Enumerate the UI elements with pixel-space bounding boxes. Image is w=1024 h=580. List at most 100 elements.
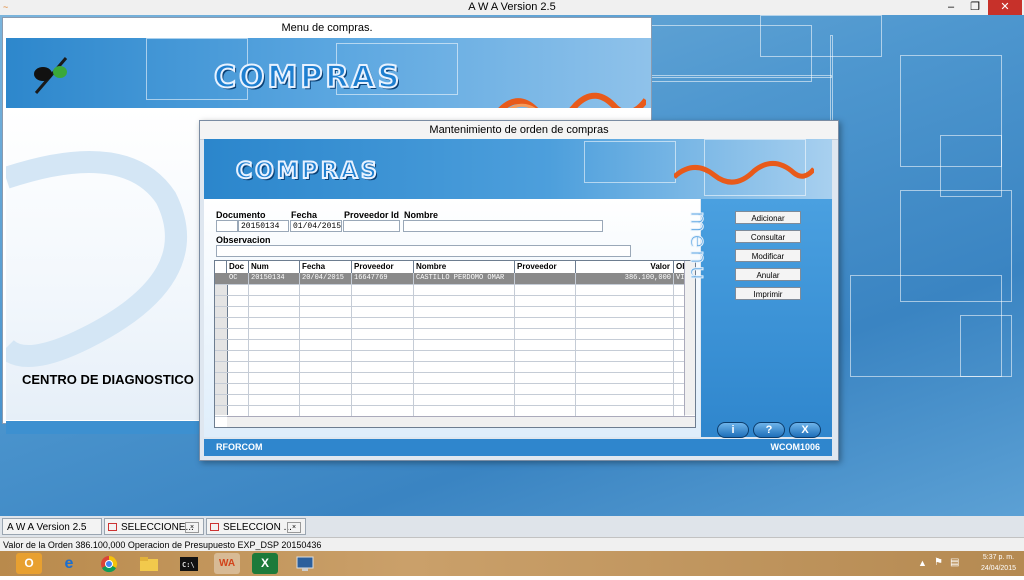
cell-valor[interactable] bbox=[576, 383, 674, 394]
cell-num[interactable] bbox=[249, 394, 300, 405]
network-icon[interactable]: ▤ bbox=[950, 557, 959, 568]
cell-proveedor-req[interactable] bbox=[352, 350, 414, 361]
cell-proveedor-coti[interactable] bbox=[515, 284, 576, 295]
cell-fecha[interactable]: 20/04/2015 bbox=[300, 273, 352, 284]
cell-proveedor-coti[interactable] bbox=[515, 328, 576, 339]
cell-valor[interactable] bbox=[576, 350, 674, 361]
cell-proveedor-req[interactable] bbox=[352, 306, 414, 317]
imprimir-button[interactable]: Imprimir bbox=[735, 287, 801, 300]
cell-doc[interactable] bbox=[227, 328, 249, 339]
documento-field[interactable]: 20150134 bbox=[238, 220, 289, 232]
cell-nombre[interactable] bbox=[414, 394, 515, 405]
tab-close-icon[interactable]: × bbox=[185, 522, 199, 533]
cell-num[interactable] bbox=[249, 339, 300, 350]
cell-num[interactable] bbox=[249, 372, 300, 383]
cell-proveedor-req[interactable] bbox=[352, 394, 414, 405]
restore-icon[interactable]: ❐ bbox=[964, 0, 986, 15]
close-icon[interactable]: ✕ bbox=[988, 0, 1022, 15]
awa-app-icon[interactable]: WA bbox=[214, 553, 240, 574]
cell-num[interactable] bbox=[249, 317, 300, 328]
show-hidden-icons-icon[interactable]: ▲ bbox=[918, 558, 927, 568]
cell-doc[interactable] bbox=[227, 295, 249, 306]
anular-button[interactable]: Anular bbox=[735, 268, 801, 281]
cell-doc[interactable] bbox=[227, 361, 249, 372]
cell-doc[interactable] bbox=[227, 372, 249, 383]
cell-proveedor-req[interactable] bbox=[352, 372, 414, 383]
nombre-field[interactable] bbox=[403, 220, 603, 232]
cell-doc[interactable]: OC bbox=[227, 273, 249, 284]
cell-proveedor-req[interactable]: 16647769 bbox=[352, 273, 414, 284]
cell-fecha[interactable] bbox=[300, 306, 352, 317]
chrome-icon[interactable] bbox=[96, 553, 122, 574]
outlook-icon[interactable]: O bbox=[16, 553, 42, 574]
flag-icon[interactable]: ⚑ bbox=[934, 557, 943, 568]
cell-fecha[interactable] bbox=[300, 284, 352, 295]
cell-nombre[interactable] bbox=[414, 328, 515, 339]
col-header-num[interactable]: Num bbox=[249, 261, 300, 273]
col-header-fecha[interactable]: Fecha bbox=[300, 261, 352, 273]
cell-proveedor-coti[interactable] bbox=[515, 383, 576, 394]
cell-nombre[interactable]: CASTILLO PERDOMO OMAR bbox=[414, 273, 515, 284]
cell-proveedor-req[interactable] bbox=[352, 284, 414, 295]
cell-num[interactable] bbox=[249, 328, 300, 339]
cell-doc[interactable] bbox=[227, 383, 249, 394]
cell-proveedor-coti[interactable] bbox=[515, 273, 576, 284]
cell-proveedor-req[interactable] bbox=[352, 405, 414, 416]
task-tab-awa[interactable]: A W A Version 2.5 bbox=[2, 518, 102, 535]
cell-proveedor-coti[interactable] bbox=[515, 317, 576, 328]
cell-proveedor-req[interactable] bbox=[352, 339, 414, 350]
cell-proveedor-req[interactable] bbox=[352, 383, 414, 394]
cell-num[interactable] bbox=[249, 405, 300, 416]
cell-fecha[interactable] bbox=[300, 405, 352, 416]
cell-fecha[interactable] bbox=[300, 383, 352, 394]
col-header-nombre[interactable]: Nombre bbox=[414, 261, 515, 273]
cell-num[interactable] bbox=[249, 361, 300, 372]
cell-fecha[interactable] bbox=[300, 339, 352, 350]
horizontal-scrollbar[interactable] bbox=[227, 416, 695, 427]
cell-nombre[interactable] bbox=[414, 383, 515, 394]
cell-proveedor-req[interactable] bbox=[352, 361, 414, 372]
cell-nombre[interactable] bbox=[414, 295, 515, 306]
cell-proveedor-coti[interactable] bbox=[515, 361, 576, 372]
adicionar-button[interactable]: Adicionar bbox=[735, 211, 801, 224]
cell-nombre[interactable] bbox=[414, 339, 515, 350]
cell-nombre[interactable] bbox=[414, 361, 515, 372]
internet-explorer-icon[interactable]: e bbox=[56, 553, 82, 574]
orders-grid[interactable]: Doc Num Fecha Proveedor Req. Nombre Prov… bbox=[214, 260, 696, 428]
cell-doc[interactable] bbox=[227, 394, 249, 405]
cell-valor[interactable] bbox=[576, 295, 674, 306]
cell-nombre[interactable] bbox=[414, 372, 515, 383]
help-button[interactable]: ? bbox=[753, 422, 785, 438]
cell-proveedor-coti[interactable] bbox=[515, 394, 576, 405]
cell-proveedor-coti[interactable] bbox=[515, 295, 576, 306]
cell-proveedor-req[interactable] bbox=[352, 295, 414, 306]
cell-num[interactable] bbox=[249, 306, 300, 317]
consultar-button[interactable]: Consultar bbox=[735, 230, 801, 243]
cell-fecha[interactable] bbox=[300, 361, 352, 372]
task-tab-seleccion[interactable]: SELECCION ... × bbox=[206, 518, 306, 535]
cell-num[interactable] bbox=[249, 383, 300, 394]
cell-nombre[interactable] bbox=[414, 284, 515, 295]
tab-close-icon[interactable]: × bbox=[287, 522, 301, 533]
cell-num[interactable] bbox=[249, 295, 300, 306]
cell-doc[interactable] bbox=[227, 317, 249, 328]
col-header-doc[interactable]: Doc bbox=[227, 261, 249, 273]
documento-prefix-field[interactable] bbox=[216, 220, 238, 232]
col-header-proveedor-req[interactable]: Proveedor Req. bbox=[352, 261, 414, 283]
proveedor-id-field[interactable] bbox=[343, 220, 400, 232]
cell-valor[interactable] bbox=[576, 328, 674, 339]
info-button[interactable]: i bbox=[717, 422, 749, 438]
cell-doc[interactable] bbox=[227, 405, 249, 416]
cell-valor[interactable] bbox=[576, 361, 674, 372]
minimize-icon[interactable]: – bbox=[940, 0, 962, 15]
col-header-proveedor-coti[interactable]: Proveedor Coti. bbox=[515, 261, 576, 283]
cell-proveedor-req[interactable] bbox=[352, 328, 414, 339]
cell-proveedor-coti[interactable] bbox=[515, 306, 576, 317]
cell-doc[interactable] bbox=[227, 306, 249, 317]
cell-doc[interactable] bbox=[227, 350, 249, 361]
fecha-field[interactable]: 01/04/2015 bbox=[290, 220, 342, 232]
cell-fecha[interactable] bbox=[300, 317, 352, 328]
taskbar-clock[interactable]: 5:37 p. m. 24/04/2015 bbox=[981, 552, 1016, 574]
cell-valor[interactable] bbox=[576, 405, 674, 416]
cell-valor[interactable] bbox=[576, 372, 674, 383]
